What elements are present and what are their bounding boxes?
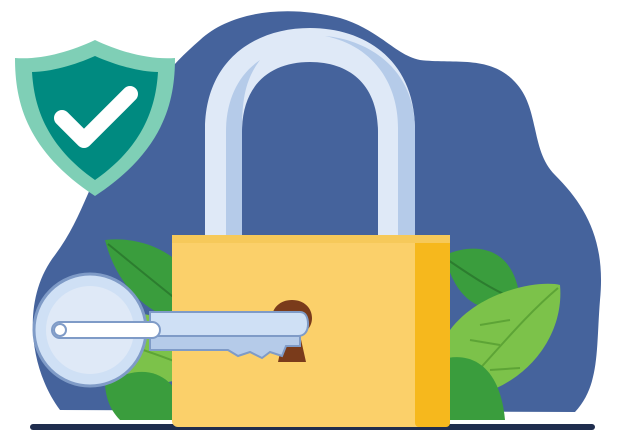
illustration-svg (15, 11, 602, 430)
security-illustration (0, 0, 617, 434)
